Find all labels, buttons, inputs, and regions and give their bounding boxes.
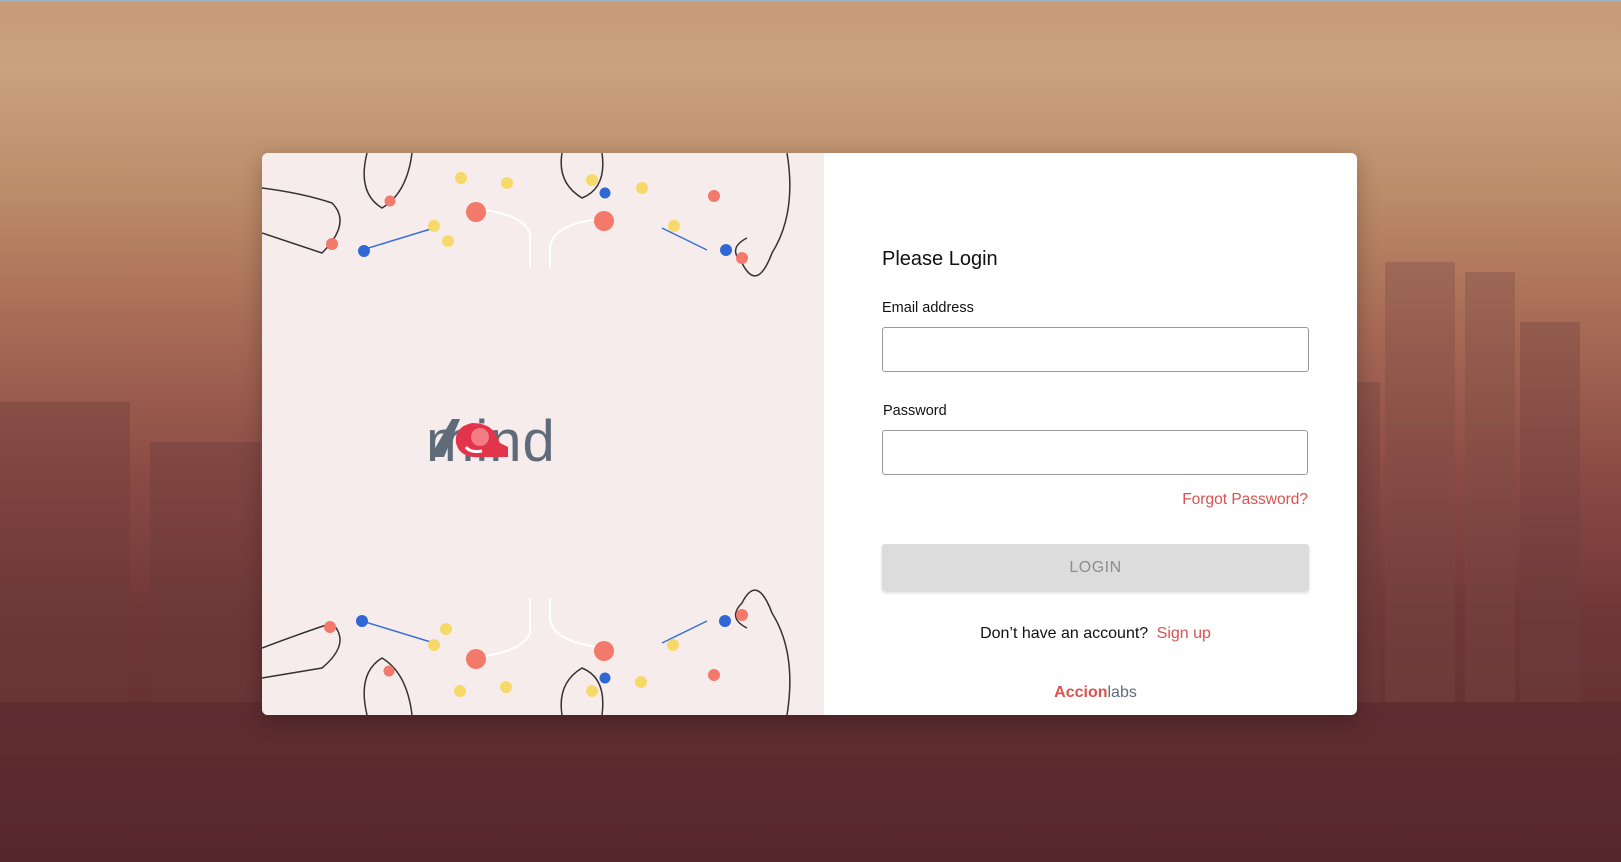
page-title: Please Login	[882, 248, 998, 270]
acmind-logo: mind	[426, 413, 556, 471]
signup-row: Don’t have an account? Sign up	[882, 625, 1309, 643]
brand-part2: labs	[1107, 684, 1137, 701]
top-strip	[0, 0, 1621, 2]
sign-up-link[interactable]: Sign up	[1157, 625, 1211, 642]
password-label: Password	[883, 403, 947, 419]
login-button[interactable]: LOGIN	[882, 544, 1309, 591]
accionlabs-logo: Accionlabs	[882, 684, 1309, 702]
logo-mark-icon	[430, 419, 508, 458]
password-field[interactable]	[882, 430, 1308, 475]
no-account-text: Don’t have an account?	[980, 625, 1149, 642]
email-field[interactable]	[882, 327, 1309, 372]
forgot-password-link[interactable]: Forgot Password?	[1148, 491, 1308, 509]
brand-part1: Accion	[1054, 684, 1108, 701]
email-label: Email address	[882, 300, 974, 316]
illustration-panel: mind	[262, 153, 824, 715]
